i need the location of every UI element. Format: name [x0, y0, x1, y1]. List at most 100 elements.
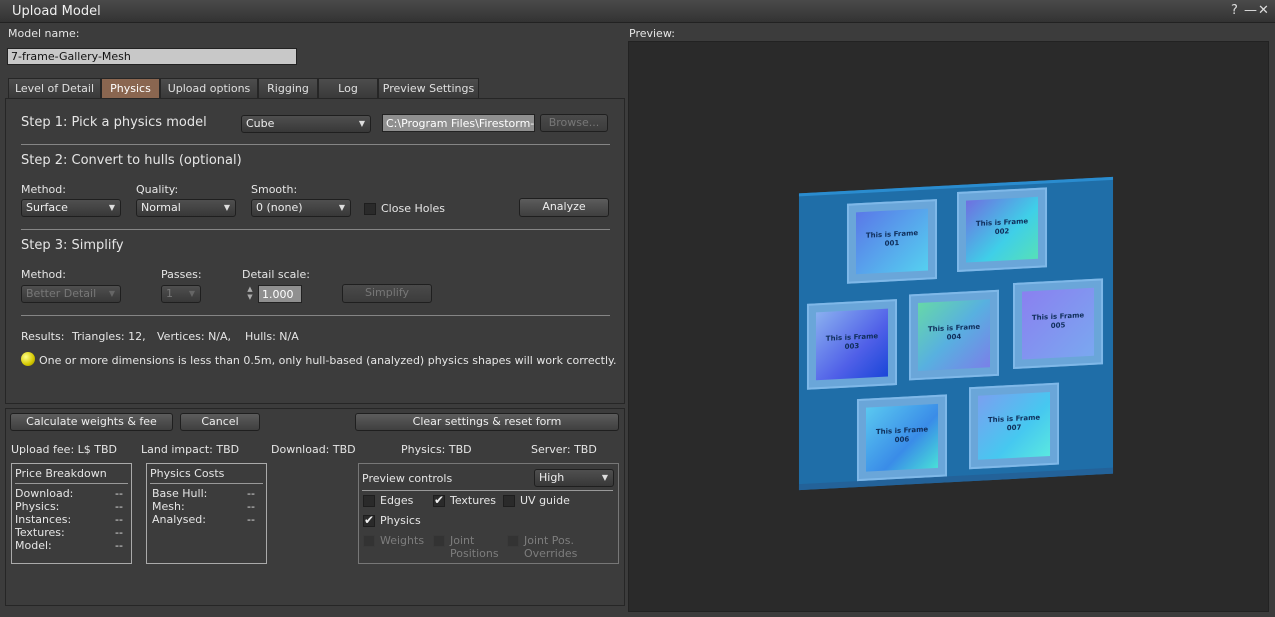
close-holes-label: Close Holes: [381, 202, 446, 215]
chevron-down-icon: ▼: [108, 289, 115, 298]
textures-label: Textures: [450, 494, 496, 507]
gallery-frame: This is Frame 001: [846, 199, 937, 284]
window-title: Upload Model: [12, 4, 101, 19]
clear-settings-button[interactable]: Clear settings & reset form: [355, 413, 619, 431]
frame-caption-line: This is Frame: [825, 331, 879, 343]
warning-text: One or more dimensions is less than 0.5m…: [39, 354, 617, 367]
divider: [21, 229, 610, 230]
price-row-value: --: [115, 513, 123, 526]
quality-label: Quality:: [136, 183, 179, 196]
price-row-value: --: [115, 539, 123, 552]
frame-caption-number: 004: [946, 332, 962, 341]
physics-costs-title: Physics Costs: [150, 467, 225, 480]
frame-caption-number: 006: [894, 435, 910, 445]
divider: [21, 144, 610, 145]
chevron-down-icon: ▼: [601, 473, 608, 482]
tab-upload-options[interactable]: Upload options: [160, 78, 258, 98]
step2-method-label: Method:: [21, 183, 66, 196]
weights-label: Weights: [380, 534, 425, 547]
edges-checkbox[interactable]: [363, 495, 375, 507]
frame-caption-line: This is Frame: [927, 322, 981, 333]
frame-caption-line: This is Frame: [975, 217, 1029, 229]
land-impact: Land impact: TBD: [141, 443, 240, 456]
chevron-down-icon: ▼: [358, 119, 365, 128]
minimize-icon[interactable]: —: [1244, 3, 1257, 18]
preview-label: Preview:: [629, 27, 675, 40]
divider: [362, 490, 613, 491]
mesh-board: This is Frame 001 This is Frame 002 This i…: [798, 176, 1114, 491]
price-row-value: --: [115, 526, 123, 539]
close-holes-checkbox[interactable]: [364, 203, 376, 215]
physics-label: Physics: [380, 514, 421, 527]
joint-overrides-checkbox[interactable]: [507, 535, 519, 547]
preview-quality-select[interactable]: High ▼: [534, 469, 614, 487]
title-bar: Upload Model ? — ✕: [0, 0, 1275, 23]
results-label: Results:: [21, 330, 65, 343]
smooth-label: Smooth:: [251, 183, 298, 196]
price-row-value: --: [115, 500, 123, 513]
price-row-label: Physics:: [15, 500, 60, 513]
physics-checkbox[interactable]: [363, 513, 375, 527]
physics-model-select[interactable]: Cube ▼: [241, 115, 371, 133]
price-breakdown-box: Price Breakdown Download: -- Physics: --…: [11, 463, 132, 564]
price-row-label: Instances:: [15, 513, 72, 526]
joint-overrides-label: Joint Pos.: [524, 534, 575, 547]
physics-cost-label: Mesh:: [152, 500, 185, 513]
warning-icon: [21, 352, 35, 366]
frame-caption-number: 007: [1006, 423, 1022, 433]
detail-scale-spinner[interactable]: ▲ ▼: [242, 285, 258, 303]
simplify-method-value: Better Detail: [26, 287, 97, 300]
joint-overrides-label: Overrides: [524, 547, 578, 560]
chevron-down-icon: ▼: [223, 203, 230, 212]
step1-label: Step 1: Pick a physics model: [21, 115, 207, 130]
download-weight: Download: TBD: [271, 443, 356, 456]
preview-controls-label: Preview controls: [362, 472, 453, 485]
gallery-frame: This is Frame 004: [908, 289, 1000, 381]
joint-positions-checkbox[interactable]: [433, 535, 445, 547]
model-name-input[interactable]: 7-frame-Gallery-Mesh: [7, 48, 297, 65]
gallery-frame: This is Frame 005: [1013, 278, 1104, 369]
analyze-button[interactable]: Analyze: [519, 198, 609, 217]
passes-value: 1: [166, 287, 173, 300]
divider: [15, 483, 128, 484]
quality-select[interactable]: Normal ▼: [136, 199, 236, 217]
price-row-label: Textures:: [15, 526, 65, 539]
smooth-value: 0 (none): [256, 201, 303, 214]
gallery-frame: This is Frame 006: [856, 394, 947, 482]
passes-select[interactable]: 1 ▼: [161, 285, 201, 303]
frame-caption-number: 001: [884, 239, 900, 249]
step2-label: Step 2: Convert to hulls (optional): [21, 153, 242, 168]
cancel-button[interactable]: Cancel: [180, 413, 260, 431]
textures-checkbox[interactable]: [433, 493, 445, 507]
uv-guide-checkbox[interactable]: [503, 495, 515, 507]
physics-costs-box: Physics Costs Base Hull: -- Mesh: -- Ana…: [146, 463, 267, 564]
help-icon[interactable]: ?: [1231, 3, 1238, 18]
close-icon[interactable]: ✕: [1258, 3, 1269, 18]
detail-scale-label: Detail scale:: [242, 268, 310, 281]
simplify-button[interactable]: Simplify: [342, 284, 432, 303]
calculate-weights-button[interactable]: Calculate weights & fee: [10, 413, 173, 431]
preview-viewport[interactable]: This is Frame 001 This is Frame 002 This i…: [628, 41, 1269, 612]
physics-file-path[interactable]: C:\Program Files\Firestorm-R: [382, 114, 535, 132]
detail-scale-input[interactable]: 1.000: [258, 285, 302, 303]
tab-physics[interactable]: Physics: [101, 78, 160, 98]
tab-rigging[interactable]: Rigging: [258, 78, 318, 98]
smooth-select[interactable]: 0 (none) ▼: [251, 199, 351, 217]
chevron-down-icon: ▼: [188, 289, 195, 298]
divider: [21, 315, 610, 316]
browse-button[interactable]: Browse...: [540, 114, 608, 132]
gallery-frame: This is Frame 002: [957, 187, 1048, 272]
step3-method-label: Method:: [21, 268, 66, 281]
tab-level-of-detail[interactable]: Level of Detail: [8, 78, 101, 98]
triangles-count: Triangles: 12,: [72, 330, 146, 343]
frame-caption-number: 002: [994, 227, 1010, 237]
tab-log[interactable]: Log: [318, 78, 378, 98]
physics-cost-value: --: [247, 500, 255, 513]
gallery-frame: This is Frame 007: [969, 382, 1060, 470]
tab-preview-settings[interactable]: Preview Settings: [378, 78, 479, 98]
simplify-method-select[interactable]: Better Detail ▼: [21, 285, 121, 303]
weights-checkbox[interactable]: [363, 535, 375, 547]
physics-model-select-value: Cube: [246, 117, 275, 130]
decompose-method-select[interactable]: Surface ▼: [21, 199, 121, 217]
hulls-count: Hulls: N/A: [245, 330, 299, 343]
